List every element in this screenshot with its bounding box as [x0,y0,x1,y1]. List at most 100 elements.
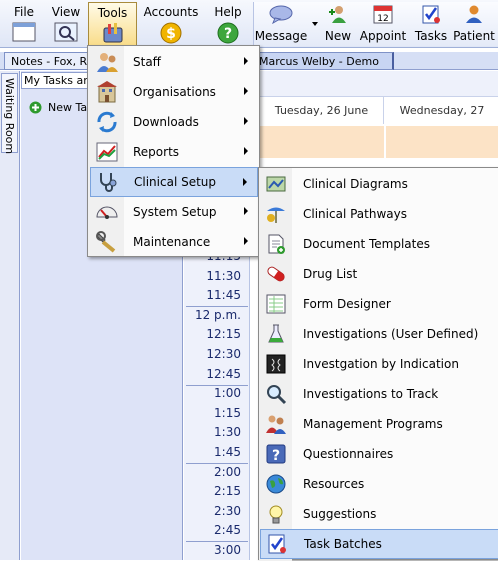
menu-item-system-setup[interactable]: System Setup [90,197,258,227]
calendar-shaded-slot[interactable] [386,126,498,158]
tasks-button[interactable]: Tasks [412,0,450,48]
patient-icon [463,4,485,27]
file-menu-button[interactable]: File [6,0,42,48]
menu-item-label: Downloads [133,115,199,129]
dollar-icon: $ [160,22,182,47]
submenu-item-label: Suggestions [303,507,377,521]
view-icon [54,22,78,45]
appoint-button[interactable]: 12 Appoint [358,0,408,48]
view-menu-button[interactable]: View [48,0,84,48]
submenu-arrow-icon [244,87,248,95]
time-slot-label: 3:00 [214,543,241,557]
message-dropdown-arrow-icon[interactable] [312,22,318,26]
submenu-arrow-icon [244,147,248,155]
waiting-room-label: Waiting Room [3,78,16,155]
submenu-item-management-programs[interactable]: Management Programs [260,409,498,439]
menu-item-reports[interactable]: Reports [90,137,258,167]
reports-icon [92,137,122,167]
submenu-item-clinical-diagrams[interactable]: Clinical Diagrams [260,169,498,199]
svg-text:?: ? [272,448,280,464]
new-patient-button[interactable]: New [322,0,354,48]
time-slot-label: 2:30 [214,503,241,518]
menu-item-maintenance[interactable]: Maintenance [90,227,258,257]
time-slot-label: 1:45 [214,445,241,459]
time-slot-label: 11:30 [206,268,241,283]
submenu-arrow-icon [243,178,247,186]
submenu-item-clinical-pathways[interactable]: Clinical Pathways [260,199,498,229]
organisations-icon [92,77,122,107]
tasks-label: Tasks [414,29,448,43]
tasks-icon [420,4,442,27]
submenu-item-label: Resources [303,477,365,491]
appoint-label: Appoint [359,29,407,43]
menu-item-organisations[interactable]: Organisations [90,77,258,107]
day-header-tuesday[interactable]: Tuesday, 26 June [260,97,384,124]
submenu-item-label: Task Batches [304,537,382,551]
new-task-link[interactable]: New Ta [29,101,87,114]
menu-item-label: Organisations [133,85,216,99]
submenu-item-task-batches[interactable]: Task Batches [260,529,498,559]
submenu-item-form-designer[interactable]: Form Designer [260,289,498,319]
waiting-room-tab[interactable]: Waiting Room [1,73,18,155]
help-icon: ? [217,22,239,47]
people-icon [262,410,290,438]
menu-item-label: Clinical Setup [134,175,217,189]
submenu-item-label: Clinical Diagrams [303,177,408,191]
submenu-item-resources[interactable]: Resources [260,469,498,499]
submenu-arrow-icon [244,117,248,125]
time-slot-label: 2:15 [214,484,241,499]
menu-item-clinical-setup[interactable]: Clinical Setup [90,167,258,197]
document-icon [262,230,290,258]
message-icon [269,4,293,27]
time-slot-label: 12:30 [206,347,241,361]
svg-text:12: 12 [377,14,388,24]
xray-icon [262,350,290,378]
svg-text:$: $ [166,26,176,42]
submenu-item-investigations-user-defined[interactable]: Investigations (User Defined) [260,319,498,349]
new-patient-icon [327,4,349,27]
question-icon: ? [262,440,290,468]
menu-item-downloads[interactable]: Downloads [90,107,258,137]
time-slot-label: 11:45 [206,288,241,303]
submenu-item-label: Management Programs [303,417,443,431]
lightbulb-icon [262,500,290,528]
tab-notes[interactable]: Notes - Fox, Rit [4,52,94,70]
downloads-icon [92,107,122,137]
submenu-item-document-templates[interactable]: Document Templates [260,229,498,259]
submenu-item-label: Investigations (User Defined) [303,327,479,341]
submenu-item-questionnaires[interactable]: ? Questionnaires [260,439,498,469]
submenu-arrow-icon [244,207,248,215]
submenu-item-investigations-to-track[interactable]: Investigations to Track [260,379,498,409]
patient-label: Patient [453,29,495,43]
magnifier-icon [262,380,290,408]
submenu-item-investigation-by-indication[interactable]: Investgation by Indication [260,349,498,379]
add-icon [29,101,42,114]
accounts-menu-label: Accounts [143,5,199,19]
day-header-wednesday[interactable]: Wednesday, 27 June [386,97,498,144]
calendar-shaded-slot[interactable] [260,126,384,158]
time-slot-label: 12:45 [206,366,241,381]
globe-icon [262,470,290,498]
side-panel-strip: Waiting Room [0,71,20,560]
accounts-menu-button[interactable]: Accounts $ [142,0,200,48]
submenu-item-drug-list[interactable]: Drug List [260,259,498,289]
view-menu-label: View [51,5,81,19]
submenu-item-suggestions[interactable]: Suggestions [260,499,498,529]
tools-icon [100,22,126,47]
calendar-icon: 12 [372,4,394,27]
help-menu-button[interactable]: Help ? [210,0,246,48]
clinical-setup-submenu: Clinical Diagrams Clinical Pathways Docu… [258,167,498,561]
submenu-arrow-icon [244,57,248,65]
message-button[interactable]: Message [255,0,307,48]
time-slot-label: 1:30 [214,425,241,440]
tab-marcus-welby[interactable]: Marcus Welby - Demo [252,52,394,70]
menu-item-label: Maintenance [133,235,211,249]
menu-item-staff[interactable]: Staff [90,47,258,77]
toolbar: File View Tools Accounts $ Help ? Messag… [0,0,498,48]
file-icon [12,22,36,45]
new-patient-label: New [324,29,352,43]
svg-text:?: ? [224,26,232,42]
tools-menu-button[interactable]: Tools [88,2,137,46]
submenu-item-label: Questionnaires [303,447,394,461]
patient-button[interactable]: Patient [452,0,496,48]
